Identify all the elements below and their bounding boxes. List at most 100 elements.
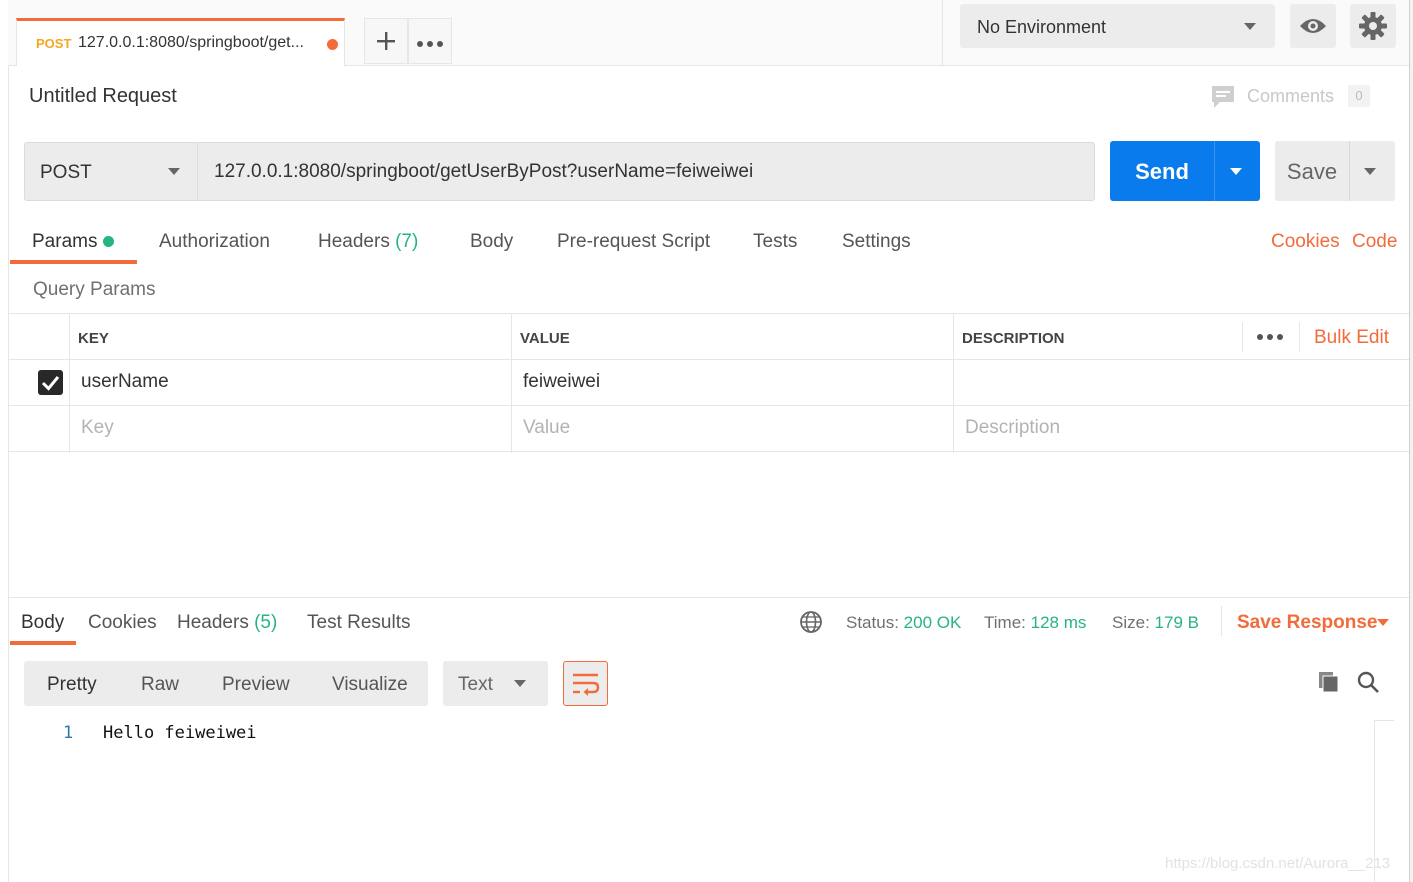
send-button[interactable]: Send [1110, 141, 1260, 201]
query-params-title: Query Params [33, 279, 156, 300]
ellipsis-icon [1257, 334, 1283, 340]
response-tab-body[interactable]: Body [21, 612, 64, 634]
column-header-value: VALUE [520, 330, 570, 347]
save-label: Save [1286, 159, 1338, 184]
row-divider [9, 451, 1409, 452]
request-tab-method: POST [36, 36, 72, 51]
tab-headers-count: (7) [395, 231, 419, 252]
url-input[interactable]: 127.0.0.1:8080/springboot/getUserByPost?… [197, 142, 1095, 201]
tab-options-button[interactable] [408, 18, 452, 64]
comment-icon [1212, 86, 1234, 108]
response-tab-headers-count: (5) [254, 612, 278, 633]
active-tab-indicator [10, 260, 137, 264]
response-divider [9, 597, 1409, 598]
response-size: Size: 179 B [1112, 613, 1199, 633]
response-tab-headers-label: Headers [177, 612, 249, 633]
tab-tests[interactable]: Tests [753, 231, 797, 253]
response-time: Time: 128 ms [984, 613, 1086, 633]
bulk-edit-link[interactable]: Bulk Edit [1314, 327, 1389, 349]
row-divider [9, 359, 1409, 360]
table-options-button[interactable] [1257, 321, 1283, 347]
save-button[interactable]: Save [1275, 141, 1395, 201]
format-visualize-button[interactable]: Visualize [332, 674, 408, 696]
size-value: 179 B [1154, 613, 1199, 632]
environment-select[interactable]: No Environment [960, 4, 1275, 48]
time-label: Time: [984, 613, 1026, 632]
line-number: 1 [63, 723, 74, 743]
save-response-button[interactable]: Save Response [1237, 612, 1377, 634]
chevron-down-icon [168, 168, 180, 175]
response-type-select[interactable]: Text [443, 661, 548, 706]
method-select[interactable]: POST [24, 142, 198, 201]
divider [1242, 322, 1243, 352]
tab-headers-label: Headers [318, 231, 390, 252]
top-tab-bar: POST 127.0.0.1:8080/springboot/get... No… [0, 0, 1413, 66]
environment-quick-look-button[interactable] [1290, 4, 1336, 48]
ellipsis-icon [417, 41, 443, 47]
plus-icon [377, 32, 395, 50]
tab-params[interactable]: Params [32, 231, 97, 253]
active-tab-indicator [10, 641, 76, 645]
comments-count: 0 [1348, 85, 1370, 107]
response-tab-cookies[interactable]: Cookies [88, 612, 157, 634]
copy-icon[interactable] [1317, 670, 1341, 694]
new-param-value-input[interactable]: Value [523, 417, 570, 439]
column-header-description: DESCRIPTION [962, 330, 1065, 347]
checkmark-icon [41, 376, 60, 391]
new-param-description-input[interactable]: Description [965, 417, 1060, 439]
time-value: 128 ms [1030, 613, 1087, 632]
cookies-link[interactable]: Cookies [1271, 231, 1340, 253]
panel-left-border [8, 66, 9, 882]
divider [1299, 322, 1300, 352]
divider [1349, 141, 1350, 201]
params-table: KEY VALUE DESCRIPTION Bulk Edit userName… [9, 313, 1409, 453]
method-label: POST [40, 162, 92, 183]
request-tab[interactable]: POST 127.0.0.1:8080/springboot/get... [16, 18, 345, 66]
param-key-cell[interactable]: userName [81, 371, 169, 393]
new-tab-button[interactable] [364, 18, 408, 64]
divider [942, 0, 943, 66]
divider [1214, 141, 1215, 201]
column-header-key: KEY [78, 330, 109, 347]
comments-label: Comments [1247, 86, 1335, 106]
column-divider [953, 314, 954, 453]
format-raw-button[interactable]: Raw [141, 674, 179, 696]
save-options-chevron-icon[interactable] [1364, 168, 1376, 175]
url-value: 127.0.0.1:8080/springboot/getUserByPost?… [214, 161, 754, 182]
tab-settings[interactable]: Settings [842, 231, 911, 253]
send-label: Send [1135, 159, 1189, 184]
new-param-key-input[interactable]: Key [81, 417, 114, 439]
watermark: https://blog.csdn.net/Aurora__213 [1165, 855, 1391, 872]
size-label: Size: [1112, 613, 1150, 632]
tab-body[interactable]: Body [470, 231, 513, 253]
tab-authorization[interactable]: Authorization [159, 231, 270, 253]
request-name[interactable]: Untitled Request [29, 85, 177, 108]
wrap-lines-button[interactable] [563, 661, 608, 706]
status-label: Status: [846, 613, 899, 632]
response-status: Status: 200 OK [846, 613, 961, 633]
param-value-cell[interactable]: feiweiwei [523, 371, 600, 393]
globe-icon[interactable] [799, 610, 823, 634]
tab-prerequest-script[interactable]: Pre-request Script [557, 231, 710, 253]
column-divider [69, 314, 70, 453]
response-tab-test-results[interactable]: Test Results [307, 612, 410, 634]
search-icon[interactable] [1356, 670, 1380, 694]
response-tab-headers[interactable]: Headers (5) [177, 612, 277, 634]
response-format-group: Pretty Raw Preview Visualize [24, 661, 428, 706]
code-link[interactable]: Code [1352, 231, 1397, 253]
param-enabled-checkbox[interactable] [38, 370, 63, 395]
eye-icon [1300, 19, 1326, 33]
response-body-text: Hello feiweiwei [103, 723, 257, 743]
format-preview-button[interactable]: Preview [222, 674, 290, 696]
tab-headers[interactable]: Headers (7) [318, 231, 418, 253]
params-active-dot-icon [103, 236, 114, 247]
divider [1221, 606, 1222, 636]
gear-icon [1359, 12, 1387, 40]
chevron-down-icon[interactable] [1377, 619, 1389, 626]
format-pretty-button[interactable]: Pretty [47, 674, 97, 696]
request-tab-title: 127.0.0.1:8080/springboot/get... [78, 34, 304, 51]
send-options-chevron-icon[interactable] [1230, 168, 1242, 175]
response-type-label: Text [458, 674, 493, 695]
wrap-lines-icon [573, 673, 600, 696]
settings-button[interactable] [1350, 4, 1396, 48]
